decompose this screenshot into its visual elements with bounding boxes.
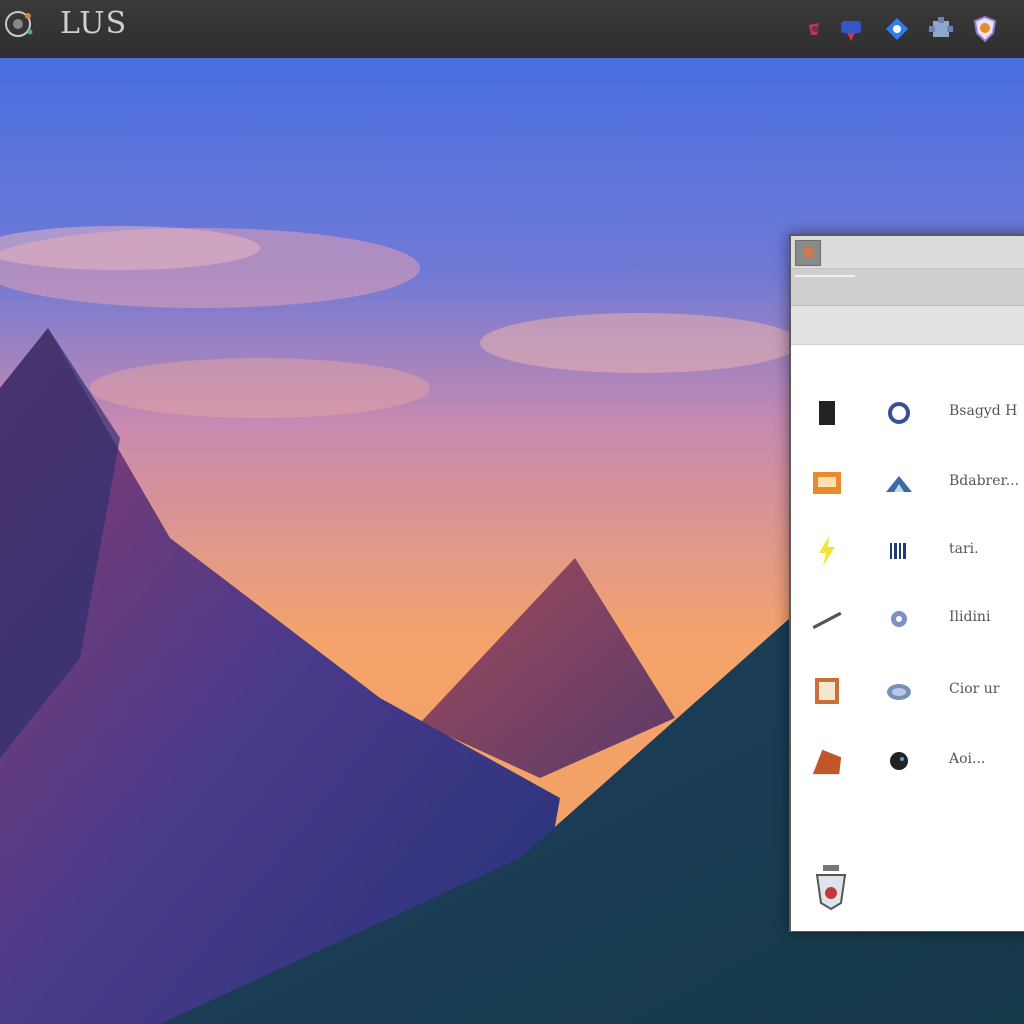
window-app-icon	[795, 240, 821, 266]
location-icon[interactable]	[882, 14, 912, 44]
black-box-icon	[811, 397, 843, 429]
lightning-icon	[811, 535, 843, 567]
window-content: Bsagyd H Bdabrer... tari. Ilidini Cior u…	[791, 345, 1024, 931]
list-item[interactable]: tari.	[791, 527, 1024, 577]
list-item-label: Ilidini	[949, 609, 991, 625]
app-icon[interactable]	[800, 14, 830, 44]
list-item[interactable]: Bsagyd H	[791, 389, 1024, 439]
mountain-icon	[883, 467, 915, 499]
app-window: Bsagyd H Bdabrer... tari. Ilidini Cior u…	[789, 234, 1024, 932]
network-icon[interactable]	[836, 14, 866, 44]
list-item-label: Aoi...	[949, 751, 986, 767]
list-item[interactable]: Ilidini	[791, 595, 1024, 645]
pen-icon	[811, 603, 843, 635]
puzzle-icon[interactable]	[926, 14, 956, 44]
list-item[interactable]: Bdabrer...	[791, 459, 1024, 509]
list-item-label: Bsagyd H	[949, 403, 1018, 419]
bug-icon	[883, 745, 915, 777]
list-item-label: tari.	[949, 541, 979, 557]
gear-icon	[883, 603, 915, 635]
basket-icon	[811, 745, 843, 777]
cloud-icon	[883, 675, 915, 707]
list-item-label: Cior ur	[949, 681, 1000, 697]
list-item[interactable]: Aoi...	[791, 737, 1024, 787]
top-bar-title: LUS	[60, 6, 128, 41]
shield-icon[interactable]	[970, 14, 1000, 44]
frame-icon	[811, 675, 843, 707]
barcode-icon	[883, 535, 915, 567]
list-item[interactable]: Cior ur	[791, 667, 1024, 717]
window-titlebar[interactable]	[791, 236, 1024, 269]
app-logo-icon[interactable]	[0, 8, 40, 40]
photo-icon	[811, 467, 843, 499]
window-toolbar	[791, 269, 1024, 306]
trash-icon[interactable]	[811, 863, 851, 911]
window-header-band	[791, 306, 1024, 345]
top-bar: LUS	[0, 0, 1024, 59]
ring-icon	[883, 397, 915, 429]
list-item-label: Bdabrer...	[949, 473, 1020, 489]
